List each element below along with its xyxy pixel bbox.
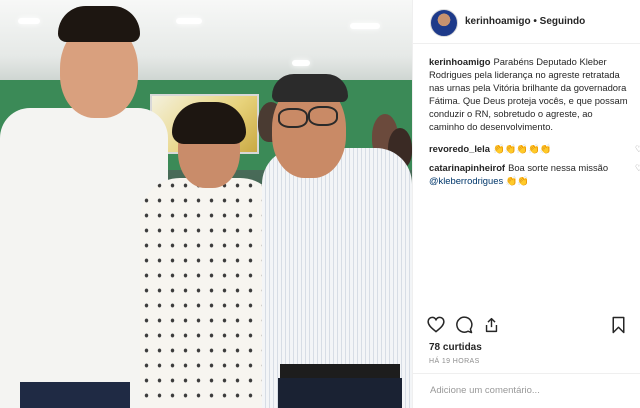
patterned-blouse [140, 178, 280, 408]
post-header: kerinhoamigo • Seguindo [413, 0, 640, 44]
hair [172, 102, 246, 144]
caption: kerinhoamigo Parabéns Deputado Kleber Rod… [429, 55, 629, 133]
heart-icon[interactable] [427, 316, 445, 338]
post-photo[interactable] [0, 0, 412, 408]
post-sidebar: kerinhoamigo • Seguindo kerinhoamigo Para… [412, 0, 640, 408]
header-username[interactable]: kerinhoamigo [465, 16, 531, 27]
comment-row: revoredo_lela 👏👏👏👏👏 ♡ [429, 142, 640, 155]
share-icon[interactable] [483, 316, 500, 339]
ceiling-light [176, 18, 202, 24]
comment-row: catarinapinheirof Boa sorte nessa missão … [429, 161, 640, 187]
add-comment-input[interactable] [428, 384, 632, 397]
add-comment-bar [413, 373, 640, 408]
comment-username[interactable]: catarinapinheirof [429, 162, 505, 173]
follow-status-button[interactable]: Seguindo [540, 16, 586, 27]
comment-text: 👏👏👏👏👏 [492, 143, 552, 154]
bookmark-icon[interactable] [611, 316, 626, 339]
pants [20, 382, 130, 408]
comment-icon[interactable] [455, 316, 473, 339]
comment-username[interactable]: revoredo_lela [429, 143, 490, 154]
post-timestamp[interactable]: HÁ 19 HORAS [429, 358, 480, 365]
avatar[interactable] [430, 9, 458, 37]
glasses [278, 108, 308, 128]
comment-like-icon[interactable]: ♡ [635, 162, 640, 175]
ceiling-light [292, 60, 310, 66]
glasses [308, 106, 338, 126]
comments-section: kerinhoamigo Parabéns Deputado Kleber Rod… [429, 55, 640, 193]
hair [58, 6, 140, 42]
comment-mention-link[interactable]: @kleberrodrigues [429, 175, 503, 186]
comment-like-icon[interactable]: ♡ [635, 143, 640, 156]
caption-username[interactable]: kerinhoamigo [429, 56, 490, 67]
likes-count[interactable]: 78 curtidas [429, 342, 482, 353]
ceiling-light [350, 23, 380, 29]
comment-text: Boa sorte nessa missão [508, 162, 609, 173]
ceiling-light [18, 18, 40, 24]
caption-text: Parabéns Deputado Kleber Rodrigues pela … [429, 56, 628, 132]
action-bar [427, 316, 627, 338]
hair [272, 74, 348, 102]
belt [280, 364, 400, 378]
header-user-line: kerinhoamigo • Seguindo [465, 16, 585, 27]
pants [278, 378, 402, 408]
instagram-post: kerinhoamigo • Seguindo kerinhoamigo Para… [0, 0, 640, 408]
comment-emoji: 👏👏 [505, 175, 530, 186]
header-separator: • [533, 16, 537, 27]
